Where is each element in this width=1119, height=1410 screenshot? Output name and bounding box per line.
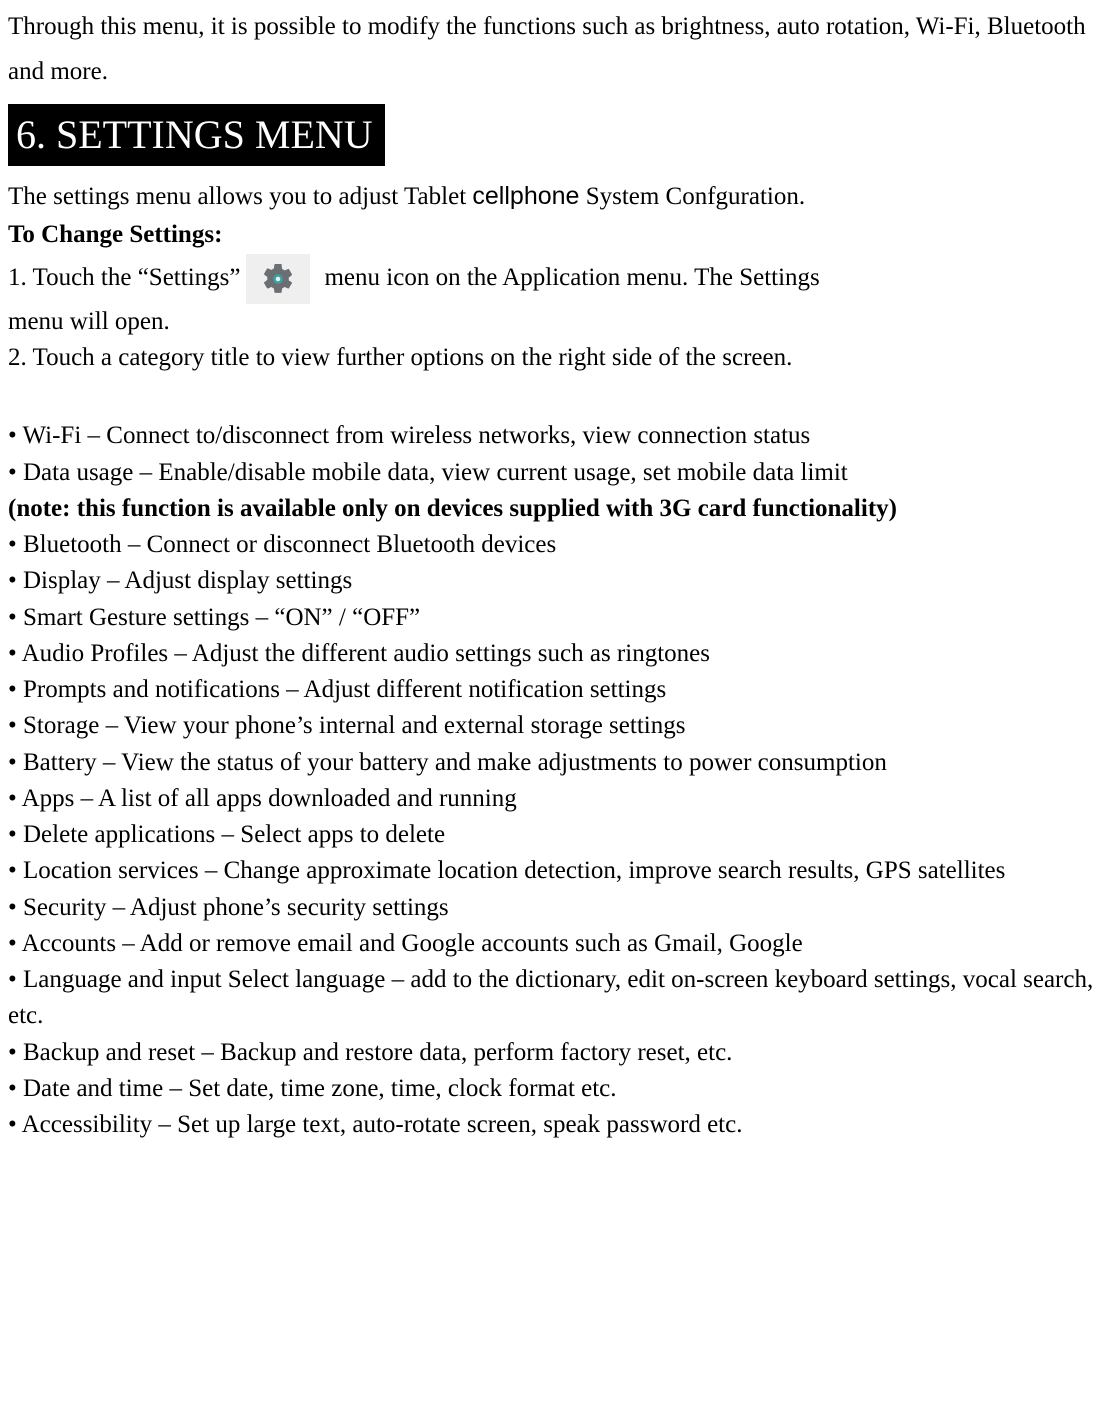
bullet-list: • Wi-Fi – Connect to/disconnect from wir… <box>8 418 1109 1143</box>
bullet-language: • Language and input Select language – a… <box>8 962 1109 1035</box>
bullet-smart-gesture: • Smart Gesture settings – “ON” / “OFF” <box>8 600 1109 636</box>
bullet-accounts: • Accounts – Add or remove email and Goo… <box>8 926 1109 962</box>
subdesc-cellphone: cellphone <box>472 182 579 210</box>
bullet-data-note: (note: this function is available only o… <box>8 491 1109 527</box>
step1-text-c: menu will open. <box>8 304 1109 340</box>
bullet-wifi: • Wi-Fi – Connect to/disconnect from wir… <box>8 418 1109 454</box>
bullet-security: • Security – Adjust phone’s security set… <box>8 890 1109 926</box>
section-subdescription: The settings menu allows you to adjust T… <box>8 178 1109 215</box>
bullet-bluetooth: • Bluetooth – Connect or disconnect Blue… <box>8 527 1109 563</box>
bullet-datetime: • Date and time – Set date, time zone, t… <box>8 1071 1109 1107</box>
change-settings-title: To Change Settings: <box>8 217 1109 253</box>
bullet-prompts: • Prompts and notifications – Adjust dif… <box>8 672 1109 708</box>
bullet-apps: • Apps – A list of all apps downloaded a… <box>8 781 1109 817</box>
bullet-audio: • Audio Profiles – Adjust the different … <box>8 636 1109 672</box>
intro-paragraph: Through this menu, it is possible to mod… <box>8 4 1109 94</box>
gear-icon <box>260 261 296 297</box>
bullet-display: • Display – Adjust display settings <box>8 563 1109 599</box>
bullet-location: • Location services – Change approximate… <box>8 853 1109 889</box>
bullet-delete-apps: • Delete applications – Select apps to d… <box>8 817 1109 853</box>
bullet-data-usage: • Data usage – Enable/disable mobile dat… <box>8 455 1109 491</box>
bullet-storage: • Storage – View your phone’s internal a… <box>8 708 1109 744</box>
section-heading: 6. SETTINGS MENU <box>8 104 385 166</box>
step-2-text: 2. Touch a category title to view furthe… <box>8 340 1109 376</box>
settings-gear-icon <box>246 254 310 304</box>
subdesc-after: System Confguration. <box>579 183 805 210</box>
bullet-battery: • Battery – View the status of your batt… <box>8 745 1109 781</box>
step-1-line: 1. Touch the “Settings” menu icon on the… <box>8 254 1109 304</box>
bullet-backup: • Backup and reset – Backup and restore … <box>8 1035 1109 1071</box>
step1-text-b: menu icon on the Application menu. The S… <box>324 260 819 296</box>
bullet-accessibility: • Accessibility – Set up large text, aut… <box>8 1107 1109 1143</box>
subdesc-before: The settings menu allows you to adjust T… <box>8 183 472 210</box>
step1-text-a: 1. Touch the “Settings” <box>8 260 240 296</box>
